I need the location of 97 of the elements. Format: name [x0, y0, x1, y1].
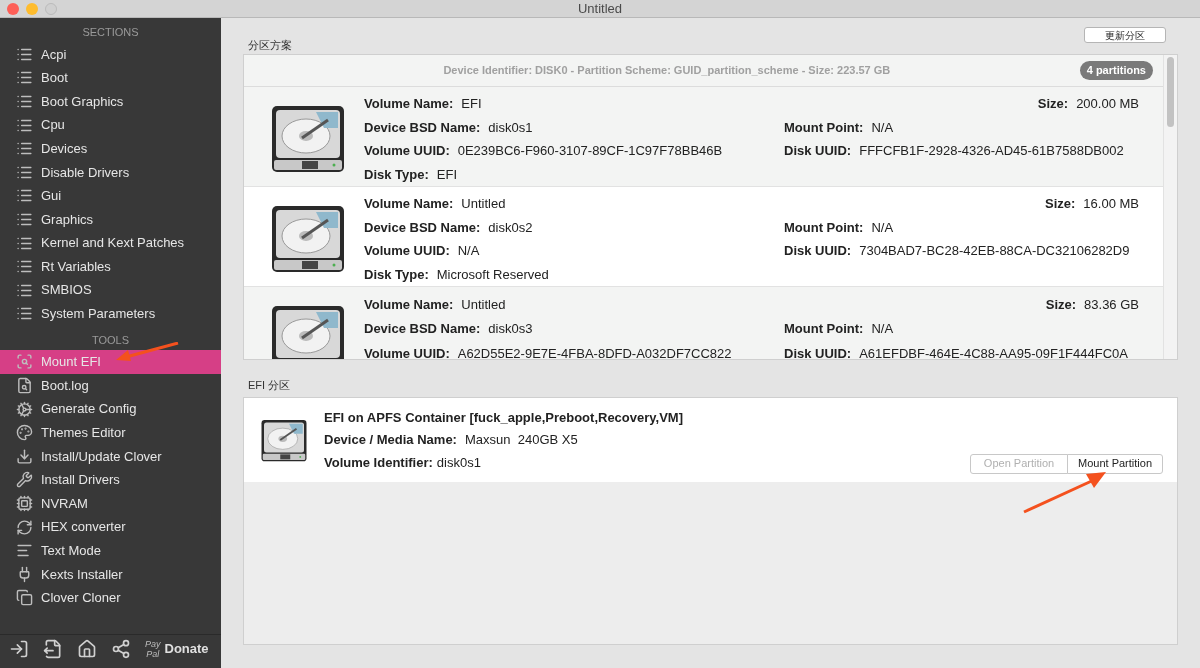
sidebar-item[interactable]: Kernel and Kext Patches [0, 231, 221, 255]
field-label: Disk Type: [364, 265, 429, 284]
sidebar-item[interactable]: Boot Graphics [0, 89, 221, 114]
annotation-arrow [114, 342, 180, 362]
field-label: Device BSD Name: [364, 320, 481, 339]
magnifier-icon [16, 353, 33, 371]
partition-count-badge: 4 partitions [1079, 61, 1153, 80]
window-title: Untitled [577, 0, 623, 18]
sidebar-item[interactable]: Graphics [0, 207, 221, 232]
field-label: Volume Name: [364, 95, 454, 113]
field-label: Disk UUID: [784, 344, 852, 359]
field-label: Size: [1037, 95, 1069, 113]
list-icon [16, 93, 33, 110]
sidebar-item[interactable]: SMBIOS [0, 278, 221, 303]
disk-summary: Device Identifier: DISK0 - Partition Scheme: GUID_partition_scheme - Size: 223.57 GB [442, 63, 892, 79]
sidebar-item[interactable]: Boot [0, 66, 221, 90]
field-value: EFI [461, 95, 482, 113]
sidebar-item[interactable]: Generate Config [0, 397, 221, 421]
home-icon[interactable] [77, 638, 97, 659]
field-value: Untitled [461, 295, 506, 314]
chip-icon [16, 495, 33, 512]
field-label: Size: [1045, 295, 1077, 314]
sidebar-item[interactable]: Gui [0, 184, 221, 208]
field-value: N/A [871, 320, 894, 339]
field-value: 83.36 GB [1084, 295, 1139, 314]
efi-name: EFI on APFS Container [fuck_apple,Preboot,Recovery,VM] [324, 408, 683, 427]
copy-icon [16, 589, 33, 607]
sidebar-item[interactable]: Rt Variables [0, 254, 221, 279]
donate-label: Donate [164, 639, 209, 658]
share-icon[interactable] [111, 638, 131, 659]
field-value: N/A [871, 118, 894, 137]
field-label: Mount Point: [784, 218, 864, 237]
field-label: Device BSD Name: [364, 218, 481, 237]
sidebar-item[interactable]: Install/Update Clover [0, 444, 221, 469]
mount-partition-button[interactable]: Mount Partition [1067, 453, 1163, 474]
logo-text: Pay [145, 638, 161, 649]
field-value: disk0s2 [488, 218, 533, 237]
field-value: disk0s3 [488, 320, 533, 339]
field-value: A62D55E2-9E7E-4FBA-8DFD-A032DF7CC822 [457, 344, 732, 359]
sidebar-item[interactable]: System Parameters [0, 302, 221, 326]
field-label: Device / Media Name: [324, 431, 457, 450]
logo-text: Pal [146, 648, 160, 659]
partition-row[interactable]: Volume Name: Untitled Size: 16.00 MB Device BSD Name: disk0s2 Mount Point: N/A Volume UUID: N/A Disk UUID: 7304BAD7-BC28-42EB-88CA-DC32106282D9 Disk Type: Microsoft Reserved [244, 187, 1163, 287]
field-label: Volume UUID: [364, 242, 450, 260]
field-label: Disk UUID: [784, 142, 852, 160]
sidebar-item[interactable]: Cpu [0, 113, 221, 137]
field-label: Disk Type: [364, 165, 429, 184]
field-value: 200.00 MB [1076, 95, 1139, 113]
sidebar-item[interactable]: Clover Cloner [0, 586, 221, 610]
sidebar-item[interactable]: HEX converter [0, 515, 221, 539]
field-value: 7304BAD7-BC28-42EB-88CA-DC32106282D9 [859, 242, 1130, 260]
section-heading: TOOLS [91, 332, 130, 348]
group-title: EFI 分区 [247, 378, 292, 393]
sidebar-item[interactable]: Kexts Installer [0, 562, 221, 587]
palette-icon [16, 424, 33, 442]
refresh-partitions-button[interactable]: 更新分区 [1084, 27, 1166, 43]
sidebar-item[interactable]: NVRAM [0, 491, 221, 516]
sidebar-item[interactable]: Devices [0, 136, 221, 161]
field-value: N/A [871, 218, 894, 237]
field-label: Volume Name: [364, 195, 454, 213]
field-label: Volume Identifier: [324, 453, 433, 472]
field-label: Volume UUID: [364, 142, 450, 160]
field-value: FFFCFB1F-2928-4326-AD45-61B7588DB002 [859, 142, 1124, 160]
field-value: disk0s1 [488, 118, 533, 137]
field-value: Microsoft Reserved [436, 265, 549, 284]
group-title: 分区方案 [248, 37, 292, 53]
refresh-icon [16, 518, 33, 536]
field-label: Volume Name: [364, 295, 454, 314]
gear-icon [16, 400, 33, 418]
export-icon[interactable] [43, 638, 63, 659]
field-value: A61EFDBF-464E-4C88-AA95-09F1F444FC0A [859, 344, 1128, 359]
file-search-icon [16, 377, 33, 394]
field-value: N/A [457, 242, 480, 260]
sidebar-item[interactable]: Install Drivers [0, 468, 221, 492]
section-heading: SECTIONS [81, 25, 140, 40]
sidebar-item[interactable]: Disable Drivers [0, 160, 221, 185]
download-icon [16, 447, 33, 465]
field-value: 0E239BC6-F960-3107-89CF-1C97F78BB46B [457, 142, 723, 160]
field-label: Size: [1045, 195, 1076, 213]
field-value: Maxsun 240GB X5 [464, 431, 578, 450]
field-label: Mount Point: [784, 320, 864, 339]
scrollbar[interactable] [1163, 55, 1177, 359]
import-icon[interactable] [9, 638, 29, 659]
sidebar-item[interactable]: Text Mode [0, 538, 221, 563]
field-label: Mount Point: [784, 118, 864, 137]
field-value: EFI [436, 165, 457, 184]
sidebar-item[interactable]: Mount EFI [0, 350, 221, 374]
field-value: Untitled [461, 195, 506, 213]
field-value: 16.00 MB [1083, 195, 1139, 213]
field-label: Volume UUID: [364, 344, 450, 359]
field-label: Device BSD Name: [364, 118, 481, 137]
field-value: disk0s1 [436, 453, 481, 472]
sidebar-item[interactable]: Acpi [0, 42, 221, 67]
wrench-icon [16, 471, 33, 489]
sidebar-item[interactable]: Themes Editor [0, 420, 221, 445]
field-label: Disk UUID: [784, 242, 852, 260]
sidebar-item[interactable]: Boot.log [0, 373, 221, 398]
